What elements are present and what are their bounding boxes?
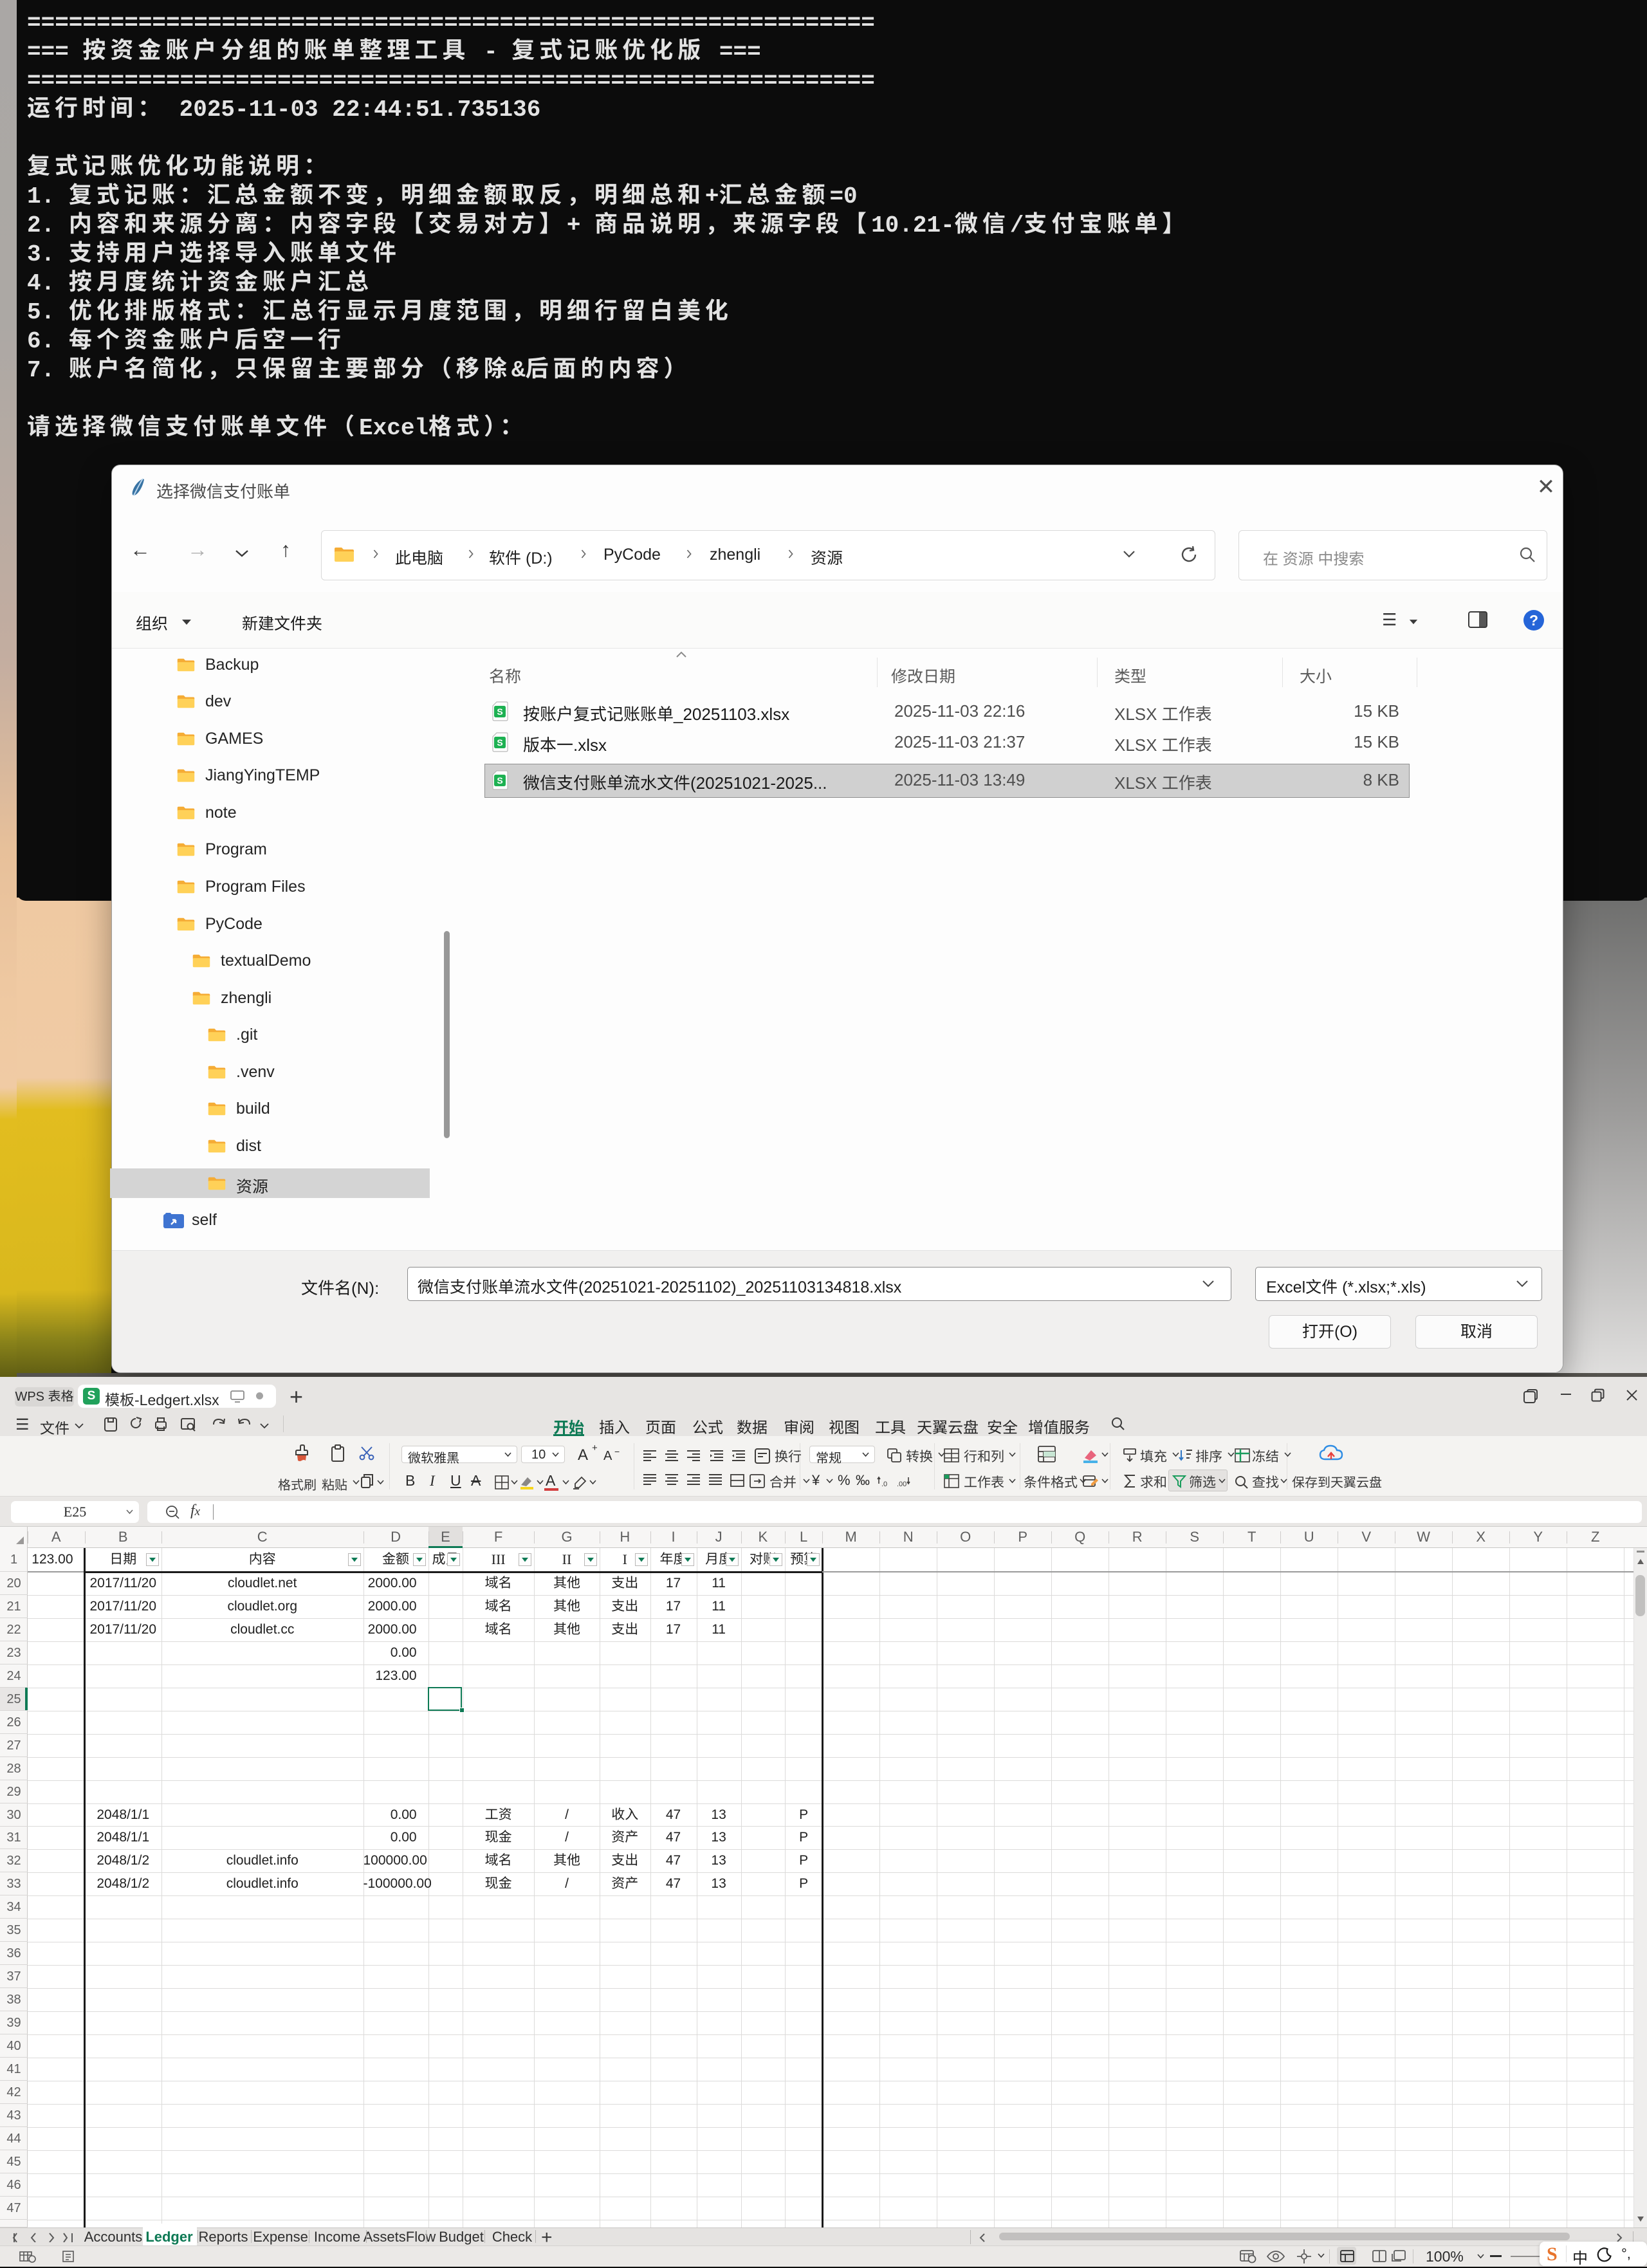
svg-text:.00: .00	[897, 1480, 906, 1488]
svg-text:S: S	[497, 775, 502, 786]
svg-text:S: S	[497, 706, 502, 717]
svg-text:S: S	[497, 737, 502, 748]
svg-text:.0: .0	[881, 1480, 887, 1488]
